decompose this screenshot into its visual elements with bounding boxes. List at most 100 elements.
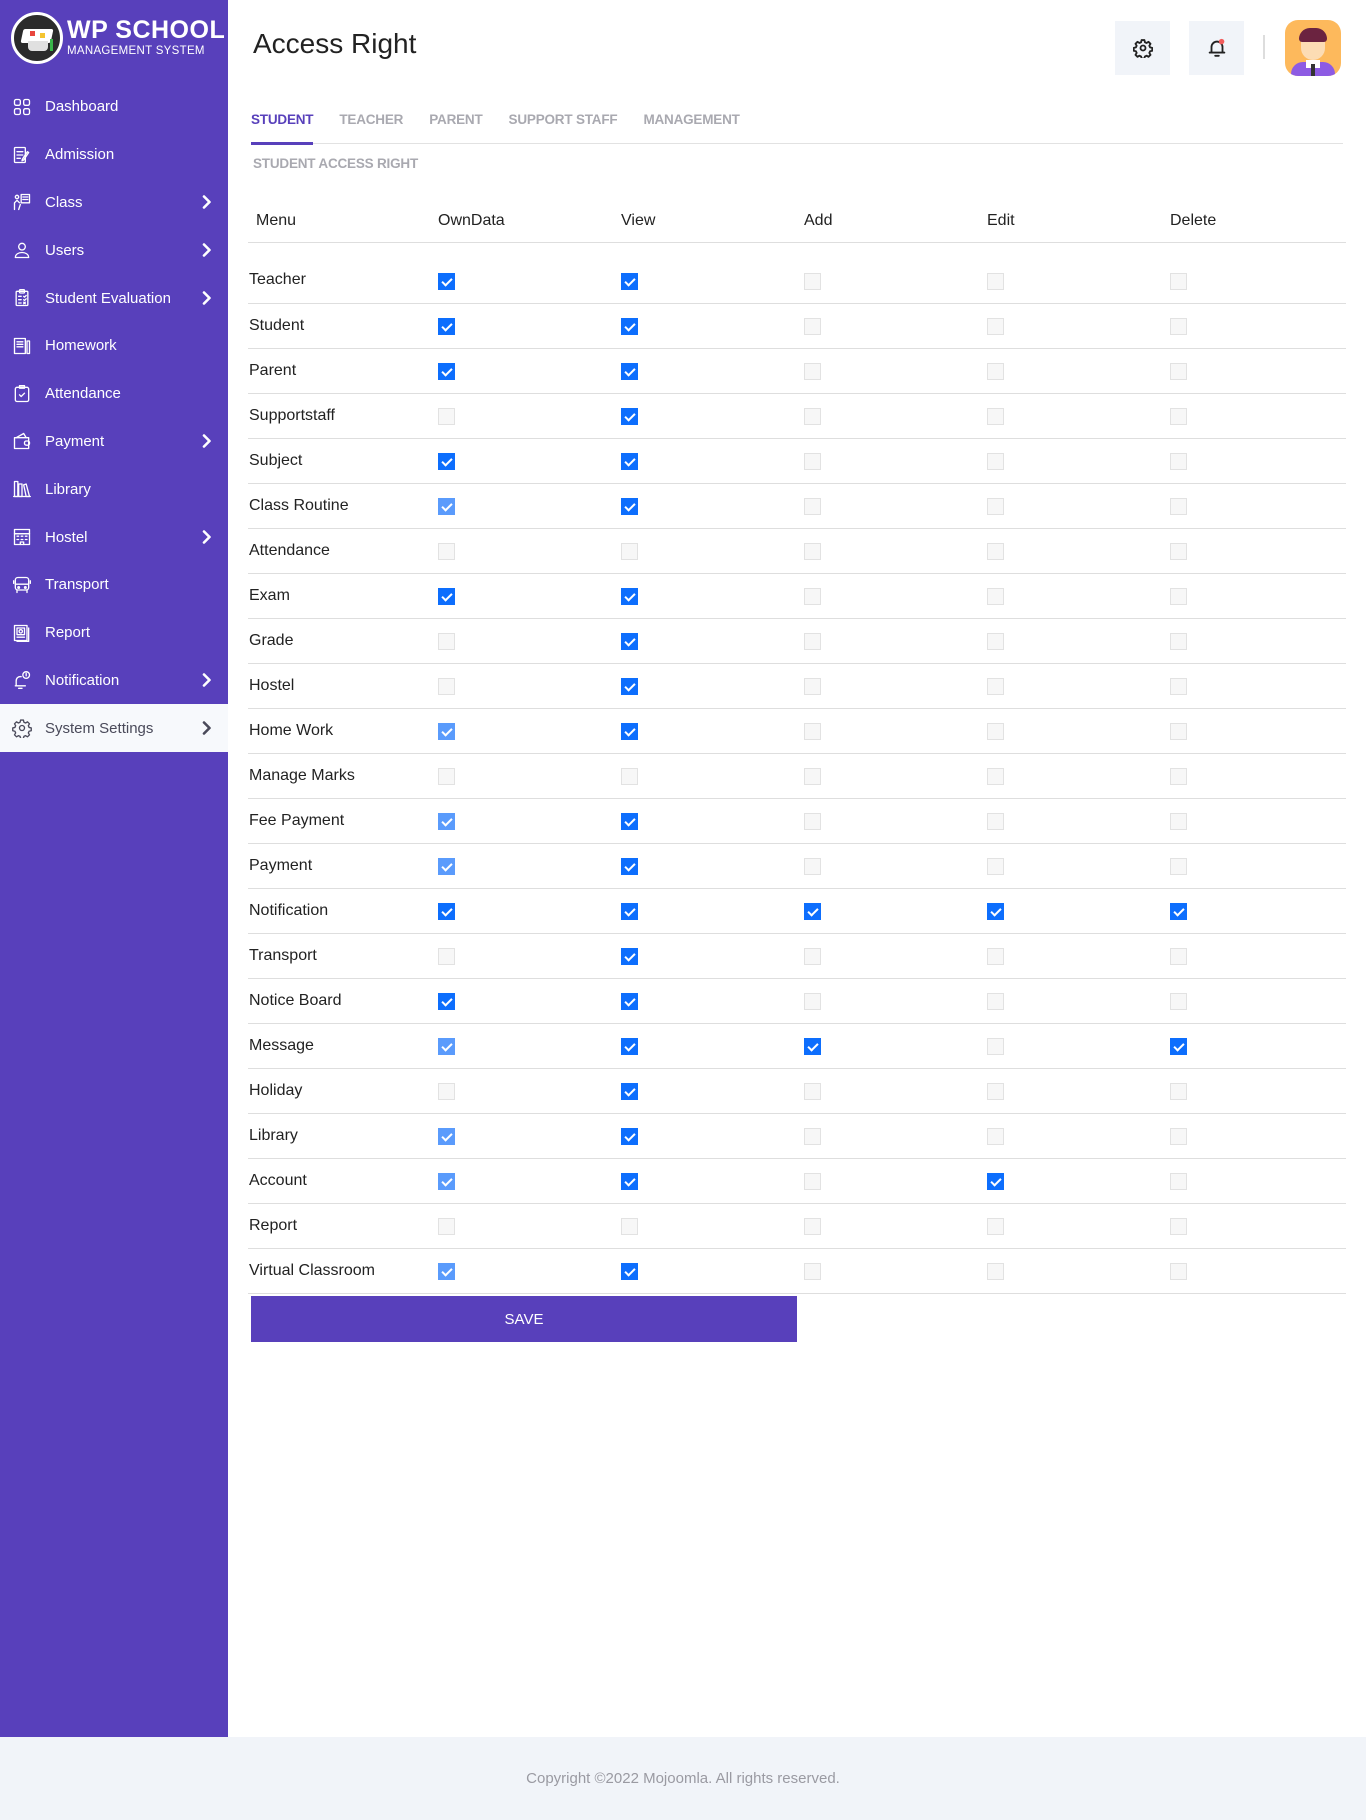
edit-checkbox[interactable] <box>987 1218 1004 1235</box>
edit-checkbox[interactable] <box>987 498 1004 515</box>
add-checkbox[interactable] <box>804 1218 821 1235</box>
add-checkbox[interactable] <box>804 813 821 830</box>
view-checkbox[interactable] <box>621 678 638 695</box>
owndata-checkbox[interactable] <box>438 813 455 830</box>
sidebar-item-report[interactable]: Report <box>0 609 228 657</box>
view-checkbox[interactable] <box>621 272 638 290</box>
add-checkbox[interactable] <box>804 903 821 920</box>
tab-student[interactable]: STUDENT <box>251 104 314 145</box>
sidebar-item-transport[interactable]: Transport <box>0 561 228 609</box>
brand[interactable]: WP SCHOOL MANAGEMENT SYSTEM <box>0 0 228 76</box>
owndata-checkbox[interactable] <box>438 318 455 335</box>
owndata-checkbox[interactable] <box>438 633 455 650</box>
view-checkbox[interactable] <box>621 1038 638 1055</box>
sidebar-item-notification[interactable]: Notification <box>0 657 228 705</box>
owndata-checkbox[interactable] <box>438 1128 455 1145</box>
edit-checkbox[interactable] <box>987 272 1004 290</box>
owndata-checkbox[interactable] <box>438 1173 455 1190</box>
owndata-checkbox[interactable] <box>438 1218 455 1235</box>
edit-checkbox[interactable] <box>987 1173 1004 1190</box>
view-checkbox[interactable] <box>621 1218 638 1235</box>
add-checkbox[interactable] <box>804 768 821 785</box>
delete-checkbox[interactable] <box>1170 1218 1187 1235</box>
owndata-checkbox[interactable] <box>438 948 455 965</box>
owndata-checkbox[interactable] <box>438 1083 455 1100</box>
add-checkbox[interactable] <box>804 453 821 470</box>
add-checkbox[interactable] <box>804 318 821 335</box>
view-checkbox[interactable] <box>621 993 638 1010</box>
add-checkbox[interactable] <box>804 408 821 425</box>
owndata-checkbox[interactable] <box>438 408 455 425</box>
edit-checkbox[interactable] <box>987 1128 1004 1145</box>
add-checkbox[interactable] <box>804 1083 821 1100</box>
edit-checkbox[interactable] <box>987 588 1004 605</box>
view-checkbox[interactable] <box>621 363 638 380</box>
save-button[interactable]: SAVE <box>251 1296 797 1342</box>
edit-checkbox[interactable] <box>987 1083 1004 1100</box>
sidebar-item-library[interactable]: Library <box>0 465 228 513</box>
sidebar-item-admission[interactable]: Admission <box>0 131 228 179</box>
view-checkbox[interactable] <box>621 318 638 335</box>
user-avatar[interactable] <box>1285 20 1341 76</box>
delete-checkbox[interactable] <box>1170 1263 1187 1280</box>
view-checkbox[interactable] <box>621 1128 638 1145</box>
sidebar-item-attendance[interactable]: Attendance <box>0 370 228 418</box>
edit-checkbox[interactable] <box>987 993 1004 1010</box>
view-checkbox[interactable] <box>621 1083 638 1100</box>
chevron-right-icon[interactable] <box>202 721 212 736</box>
edit-checkbox[interactable] <box>987 858 1004 875</box>
delete-checkbox[interactable] <box>1170 678 1187 695</box>
sidebar-item-users[interactable]: Users <box>0 226 228 274</box>
delete-checkbox[interactable] <box>1170 408 1187 425</box>
view-checkbox[interactable] <box>621 633 638 650</box>
add-checkbox[interactable] <box>804 1173 821 1190</box>
sidebar-item-student-evaluation[interactable]: Student Evaluation <box>0 274 228 322</box>
delete-checkbox[interactable] <box>1170 272 1187 290</box>
delete-checkbox[interactable] <box>1170 1173 1187 1190</box>
view-checkbox[interactable] <box>621 498 638 515</box>
add-checkbox[interactable] <box>804 498 821 515</box>
delete-checkbox[interactable] <box>1170 453 1187 470</box>
chevron-right-icon[interactable] <box>202 434 212 449</box>
edit-checkbox[interactable] <box>987 363 1004 380</box>
view-checkbox[interactable] <box>621 1263 638 1280</box>
chevron-right-icon[interactable] <box>202 243 212 258</box>
delete-checkbox[interactable] <box>1170 903 1187 920</box>
add-checkbox[interactable] <box>804 1263 821 1280</box>
owndata-checkbox[interactable] <box>438 453 455 470</box>
add-checkbox[interactable] <box>804 272 821 290</box>
add-checkbox[interactable] <box>804 858 821 875</box>
delete-checkbox[interactable] <box>1170 993 1187 1010</box>
view-checkbox[interactable] <box>621 768 638 785</box>
view-checkbox[interactable] <box>621 1173 638 1190</box>
edit-checkbox[interactable] <box>987 543 1004 560</box>
sidebar-item-class[interactable]: Class <box>0 179 228 227</box>
tab-teacher[interactable]: TEACHER <box>339 104 403 144</box>
sidebar-item-dashboard[interactable]: Dashboard <box>0 83 228 131</box>
owndata-checkbox[interactable] <box>438 993 455 1010</box>
owndata-checkbox[interactable] <box>438 272 455 290</box>
owndata-checkbox[interactable] <box>438 498 455 515</box>
edit-checkbox[interactable] <box>987 318 1004 335</box>
edit-checkbox[interactable] <box>987 768 1004 785</box>
tab-support-staff[interactable]: SUPPORT STAFF <box>509 104 618 144</box>
chevron-right-icon[interactable] <box>202 195 212 210</box>
chevron-right-icon[interactable] <box>202 530 212 544</box>
delete-checkbox[interactable] <box>1170 768 1187 785</box>
add-checkbox[interactable] <box>804 948 821 965</box>
add-checkbox[interactable] <box>804 993 821 1010</box>
view-checkbox[interactable] <box>621 543 638 560</box>
owndata-checkbox[interactable] <box>438 723 455 740</box>
notifications-button[interactable] <box>1189 21 1244 75</box>
edit-checkbox[interactable] <box>987 633 1004 650</box>
add-checkbox[interactable] <box>804 588 821 605</box>
delete-checkbox[interactable] <box>1170 1128 1187 1145</box>
owndata-checkbox[interactable] <box>438 678 455 695</box>
owndata-checkbox[interactable] <box>438 858 455 875</box>
edit-checkbox[interactable] <box>987 723 1004 740</box>
tab-management[interactable]: MANAGEMENT <box>643 104 739 144</box>
view-checkbox[interactable] <box>621 453 638 470</box>
tab-parent[interactable]: PARENT <box>429 104 483 144</box>
add-checkbox[interactable] <box>804 678 821 695</box>
owndata-checkbox[interactable] <box>438 588 455 605</box>
